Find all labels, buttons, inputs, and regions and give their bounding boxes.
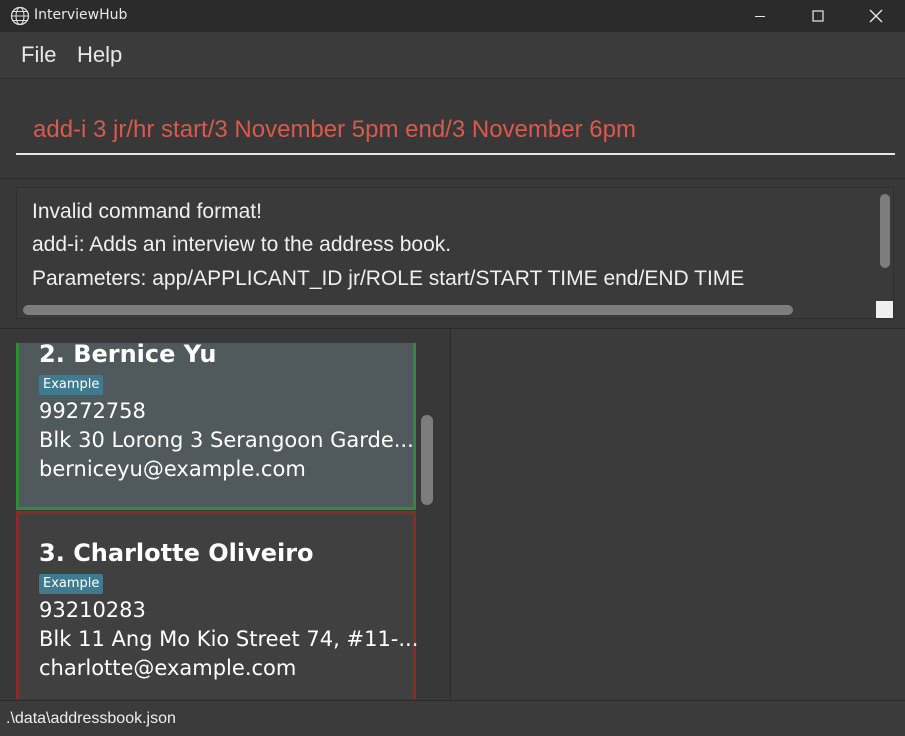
maximize-icon [812,10,824,22]
window-title: InterviewHub [34,7,128,23]
applicant-card[interactable]: 2. Bernice Yu Example 99272758 Blk 30 Lo… [16,340,416,510]
applicant-email: berniceyu@example.com [39,457,306,481]
menu-help[interactable]: Help [77,42,122,68]
command-input[interactable] [16,107,895,155]
applicant-address: Blk 11 Ang Mo Kio Street 74, #11-... [39,627,419,651]
menu-bar: File Help [0,32,905,79]
interview-list-panel [452,329,905,699]
result-line: add-i: Adds an interview to the address … [32,233,452,256]
status-bar: .\data\addressbook.json [0,700,905,736]
list-scrollbar[interactable] [421,415,433,505]
result-line: Parameters: app/APPLICANT_ID jr/ROLE sta… [32,267,745,290]
minimize-button[interactable] [731,0,789,32]
scroll-corner [876,301,893,318]
minimize-icon [755,16,765,17]
result-vertical-scrollbar[interactable] [880,194,890,268]
globe-icon [10,6,30,26]
applicant-list-panel: 2. Bernice Yu Example 99272758 Blk 30 Lo… [0,329,451,699]
applicant-card[interactable]: 3. Charlotte Oliveiro Example 93210283 B… [16,511,419,699]
applicant-name: 2. Bernice Yu [39,340,217,368]
maximize-button[interactable] [789,0,847,32]
result-line: Invalid command format! [32,200,262,223]
close-button[interactable] [847,0,905,32]
result-display-panel: Invalid command format! add-i: Adds an i… [0,179,905,329]
close-icon [869,9,883,23]
menu-file[interactable]: File [21,42,56,68]
applicant-tag: Example [39,375,104,395]
applicant-tag: Example [39,574,104,594]
command-box [0,79,905,179]
title-bar: InterviewHub [0,0,905,32]
save-location: .\data\addressbook.json [6,710,176,727]
result-horizontal-scrollbar[interactable] [23,305,793,315]
applicant-phone: 99272758 [39,399,146,423]
applicant-phone: 93210283 [39,598,146,622]
applicant-name: 3. Charlotte Oliveiro [39,539,314,567]
result-display: Invalid command format! add-i: Adds an i… [16,187,894,319]
applicant-email: charlotte@example.com [39,656,297,680]
applicant-address: Blk 30 Lorong 3 Serangoon Garde... [39,428,414,452]
